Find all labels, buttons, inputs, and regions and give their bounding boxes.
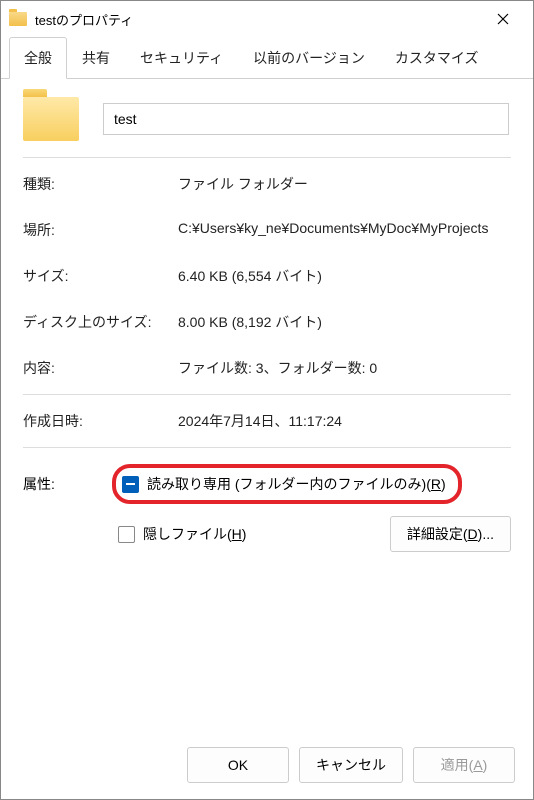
window-title: testのプロパティ [35,10,481,29]
attributes-controls: 読み取り専用 (フォルダー内のファイルのみ)(R) 隠しファイル(H) 詳細設定… [112,464,511,552]
hidden-label[interactable]: 隠しファイル(H) [143,524,246,544]
created-label: 作成日時: [23,411,178,431]
size-on-disk-value: 8.00 KB (8,192 バイト) [178,312,511,332]
type-value: ファイル フォルダー [178,174,511,194]
attributes-section: 属性: 読み取り専用 (フォルダー内のファイルのみ)(R) 隠しファイル(H) … [23,464,511,552]
tab-bar: 全般 共有 セキュリティ 以前のバージョン カスタマイズ [1,37,533,79]
info-grid-2: 作成日時: 2024年7月14日、11:17:24 [23,411,511,431]
type-label: 種類: [23,174,178,194]
tab-customize[interactable]: カスタマイズ [380,37,494,78]
properties-window: testのプロパティ 全般 共有 セキュリティ 以前のバージョン カスタマイズ … [0,0,534,800]
separator [23,447,511,448]
tab-security[interactable]: セキュリティ [125,37,238,78]
apply-button[interactable]: 適用(A) [413,747,515,783]
close-icon [497,13,509,25]
cancel-button[interactable]: キャンセル [299,747,403,783]
tab-sharing[interactable]: 共有 [67,37,125,78]
advanced-button[interactable]: 詳細設定(D)... [390,516,511,552]
folder-icon [9,12,27,26]
tab-versions[interactable]: 以前のバージョン [238,37,380,78]
readonly-checkbox[interactable] [122,476,139,493]
tab-general[interactable]: 全般 [9,37,67,79]
separator [23,394,511,395]
attributes-label: 属性: [23,464,98,494]
ok-button[interactable]: OK [187,747,289,783]
hidden-checkbox[interactable] [118,526,135,543]
folder-large-icon [23,97,79,141]
hidden-row: 隠しファイル(H) 詳細設定(D)... [112,516,511,552]
created-value: 2024年7月14日、11:17:24 [178,411,511,431]
titlebar: testのプロパティ [1,1,533,37]
folder-header-row [23,97,511,141]
location-label: 場所: [23,220,178,240]
size-label: サイズ: [23,266,178,286]
folder-name-input[interactable] [103,103,509,135]
close-button[interactable] [481,4,525,34]
contents-label: 内容: [23,358,178,378]
readonly-highlight: 読み取り専用 (フォルダー内のファイルのみ)(R) [112,464,462,504]
location-value: C:¥Users¥ky_ne¥Documents¥MyDoc¥MyProject… [178,220,511,240]
size-on-disk-label: ディスク上のサイズ: [23,312,178,332]
separator [23,157,511,158]
dialog-button-bar: OK キャンセル 適用(A) [1,735,533,799]
readonly-label[interactable]: 読み取り専用 (フォルダー内のファイルのみ)(R) [147,474,446,494]
tab-content: 種類: ファイル フォルダー 場所: C:¥Users¥ky_ne¥Docume… [1,79,533,735]
info-grid-1: 種類: ファイル フォルダー 場所: C:¥Users¥ky_ne¥Docume… [23,174,511,378]
size-value: 6.40 KB (6,554 バイト) [178,266,511,286]
contents-value: ファイル数: 3、フォルダー数: 0 [178,358,511,378]
hidden-checkbox-row: 隠しファイル(H) [118,520,246,548]
